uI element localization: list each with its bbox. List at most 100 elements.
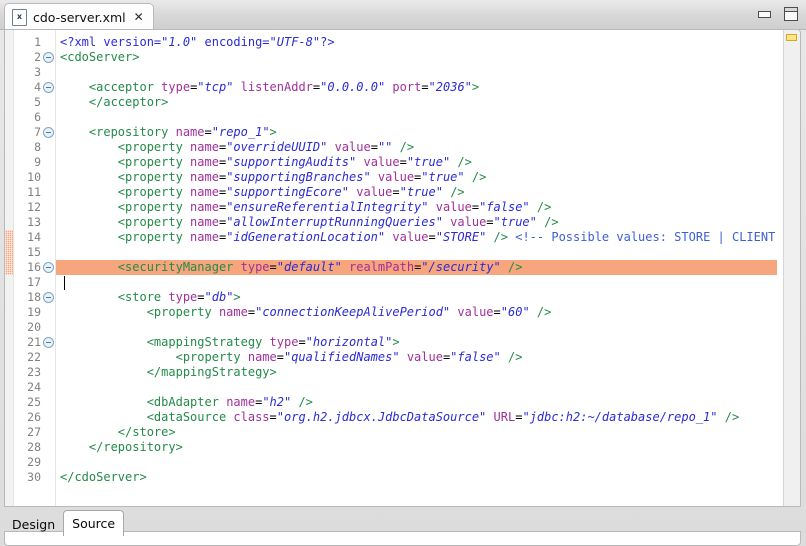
line-number: 8 <box>34 140 41 154</box>
code-token: "repo_1" <box>211 125 270 139</box>
folding-row <box>42 95 55 110</box>
code-token: "true" <box>421 170 465 184</box>
collapse-fold-icon[interactable] <box>43 127 54 138</box>
folding-row <box>42 200 55 215</box>
page-tab-source[interactable]: Source <box>63 510 125 536</box>
text-caret <box>64 276 65 290</box>
maximize-button[interactable] <box>784 7 798 21</box>
code-line[interactable] <box>56 380 777 395</box>
code-line[interactable]: </acceptor> <box>56 95 777 110</box>
code-token: = <box>486 215 494 229</box>
code-token: "tcp" <box>197 80 234 94</box>
code-token: name <box>190 140 219 154</box>
code-token: "ensureReferentialIntegrity" <box>226 200 429 214</box>
code-line[interactable]: <property name = "ensureReferentialIntegri… <box>56 200 777 215</box>
folding-ruler[interactable] <box>42 30 56 506</box>
page-tab-design[interactable]: Design <box>4 512 63 536</box>
code-line[interactable]: <store type="db"> <box>56 290 777 305</box>
code-token: = <box>471 200 480 214</box>
code-token: > <box>471 80 480 94</box>
code-token: name <box>190 200 219 214</box>
code-token: <cdoServer> <box>60 50 140 64</box>
code-token: <property <box>117 140 191 154</box>
code-token: "true" <box>406 155 451 169</box>
line-number: 21 <box>27 335 41 349</box>
code-token: name <box>175 125 205 139</box>
code-line[interactable]: <repository name="repo_1"> <box>56 125 777 140</box>
code-token: URL <box>493 410 516 424</box>
code-line[interactable]: <cdoServer> <box>56 50 777 65</box>
code-token: ?> <box>320 35 335 49</box>
change-indicator <box>5 230 13 275</box>
collapse-fold-icon[interactable] <box>43 337 54 348</box>
collapse-fold-icon[interactable] <box>43 82 54 93</box>
code-token: name <box>190 155 219 169</box>
folding-row <box>42 35 55 50</box>
code-token: = <box>298 335 306 349</box>
code-line[interactable]: </mappingStrategy> <box>56 365 777 380</box>
code-token: "supportingEcore" <box>226 185 350 199</box>
code-line[interactable]: </cdoServer> <box>56 470 777 485</box>
code-token: name <box>226 395 256 409</box>
code-token: /> <box>450 155 472 169</box>
code-line[interactable]: <property name="overrideUUID" value="" /… <box>56 140 777 155</box>
code-line[interactable] <box>56 455 777 470</box>
change-bar-ruler <box>5 30 14 506</box>
code-token: </store> <box>117 425 176 439</box>
code-token: name <box>190 230 219 244</box>
code-token: <repository <box>88 125 176 139</box>
folding-row <box>42 395 55 410</box>
code-line[interactable] <box>56 275 777 290</box>
code-token: /> <box>529 200 552 214</box>
folding-row <box>42 245 55 260</box>
line-number: 12 <box>27 200 41 214</box>
editor-page-tabs: Design Source <box>4 506 801 546</box>
code-line[interactable]: <property name="supportingAudits" value=… <box>56 155 777 170</box>
collapse-fold-icon[interactable] <box>43 52 54 63</box>
code-token: class <box>233 410 270 424</box>
code-line[interactable] <box>56 65 777 80</box>
code-token: type <box>168 290 198 304</box>
close-icon[interactable]: ✕ <box>134 11 144 23</box>
code-line[interactable]: <acceptor type="tcp" listenAddr="0.0.0.0… <box>56 80 777 95</box>
code-line[interactable]: <property name="supportingBranches" valu… <box>56 170 777 185</box>
code-line[interactable]: <?xml version="1.0" encoding="UTF-8"?> <box>56 35 777 50</box>
code-line[interactable]: <dbAdapter name="h2" /> <box>56 395 777 410</box>
line-number: 17 <box>27 275 41 289</box>
line-number: 14 <box>27 230 41 244</box>
collapse-fold-icon[interactable] <box>43 292 54 303</box>
code-token: > <box>269 125 277 139</box>
code-line[interactable]: <property name = "idGenerationLocation" va… <box>56 230 777 245</box>
code-line[interactable] <box>56 110 777 125</box>
code-text-area[interactable]: <?xml version="1.0" encoding="UTF-8"?> <c… <box>56 30 777 506</box>
minimize-button[interactable] <box>758 10 771 18</box>
editor-tab-cdo-server-xml[interactable]: x cdo-server.xml ✕ <box>4 3 154 30</box>
code-line[interactable]: </repository> <box>56 440 777 455</box>
code-token: <mappingStrategy <box>146 335 270 349</box>
code-token: value <box>450 215 487 229</box>
code-token: /> <box>529 305 552 319</box>
code-line[interactable]: <mappingStrategy type="horizontal"> <box>56 335 777 350</box>
code-token: name <box>190 215 219 229</box>
code-token: name <box>190 170 219 184</box>
code-line[interactable]: <securityManager type="default" realmPat… <box>56 260 777 275</box>
collapse-fold-icon[interactable] <box>43 262 54 273</box>
code-token: <?xml version= <box>60 35 162 49</box>
line-number: 4 <box>34 80 41 94</box>
code-line[interactable] <box>56 245 777 260</box>
code-token: value <box>377 170 415 184</box>
overview-ruler[interactable] <box>783 30 800 506</box>
code-line[interactable]: </store> <box>56 425 777 440</box>
code-line[interactable]: <dataSource class="org.h2.jdbcx.JdbcData… <box>56 410 777 425</box>
code-line[interactable]: <property name="connectionKeepAlivePerio… <box>56 305 777 320</box>
code-line[interactable]: <property name = "allowInterruptRunningQue… <box>56 215 777 230</box>
code-line[interactable]: <property name="qualifiedNames" value="f… <box>56 350 777 365</box>
warning-marker-icon[interactable] <box>786 34 797 41</box>
code-line[interactable]: <property name="supportingEcore" value="… <box>56 185 777 200</box>
code-line[interactable] <box>56 320 777 335</box>
